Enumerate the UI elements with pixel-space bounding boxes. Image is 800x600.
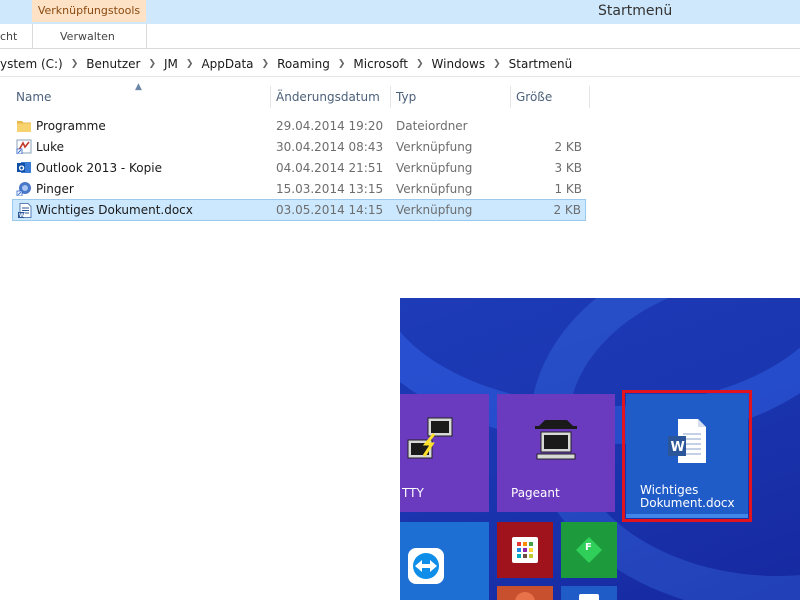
chevron-right-icon[interactable]: ❯ (262, 59, 270, 69)
ribbon-divider (32, 24, 33, 48)
column-date[interactable]: Änderungsdatum (276, 90, 380, 104)
breadcrumb: ystem (C:) ❯ Benutzer ❯ JM ❯ AppData ❯ R… (0, 57, 572, 71)
column-name[interactable]: Name (16, 90, 51, 104)
file-size: 3 KB (554, 161, 582, 175)
pageant-icon (535, 420, 577, 460)
file-name: Luke (36, 140, 64, 154)
file-row[interactable]: Pinger 15.03.2014 13:15 Verknüpfung 1 KB (12, 179, 586, 199)
file-row[interactable]: O Outlook 2013 - Kopie 04.04.2014 21:51 … (12, 158, 586, 178)
tile-pageant[interactable]: Pageant (497, 394, 615, 512)
column-header: ▲ Name Änderungsdatum Typ Größe (0, 82, 590, 110)
file-type: Verknüpfung (396, 140, 473, 154)
start-screen: TTY Pageant W Wichtiges Dokument.docx F (400, 298, 800, 600)
word-document-icon: W (18, 203, 32, 218)
chevron-right-icon[interactable]: ❯ (71, 59, 79, 69)
column-divider[interactable] (270, 86, 271, 108)
sort-up-icon: ▲ (135, 82, 142, 92)
context-tab-verknuepfungstools[interactable]: Verknüpfungstools (32, 0, 146, 22)
tile-partial[interactable] (497, 586, 553, 600)
svg-text:W: W (19, 213, 25, 218)
window-icon (579, 594, 599, 600)
tile-teamviewer[interactable] (400, 522, 489, 600)
file-type: Verknüpfung (396, 182, 473, 196)
breadcrumb-item[interactable]: ystem (C:) (0, 57, 63, 71)
tab-ansicht[interactable]: cht (0, 30, 17, 43)
file-name: Programme (36, 119, 106, 133)
breadcrumb-item[interactable]: JM (164, 57, 178, 71)
file-row-selected[interactable]: W Wichtiges Dokument.docx 03.05.2014 14:… (12, 199, 586, 221)
chevron-right-icon[interactable]: ❯ (416, 59, 424, 69)
file-date: 29.04.2014 19:20 (276, 119, 384, 133)
breadcrumb-item[interactable]: Microsoft (353, 57, 408, 71)
tile-small-apps[interactable] (497, 522, 553, 578)
file-date: 04.04.2014 21:51 (276, 161, 384, 175)
tile-label: Pageant (511, 486, 560, 500)
breadcrumb-item[interactable]: Startmenü (509, 57, 573, 71)
column-divider[interactable] (589, 86, 590, 108)
breadcrumb-item[interactable]: AppData (201, 57, 253, 71)
putty-icon (407, 417, 453, 459)
tile-partial[interactable] (561, 586, 617, 600)
window-title: Startmenü (598, 3, 673, 19)
pinger-icon (16, 182, 31, 196)
file-size: 1 KB (554, 182, 582, 196)
column-divider[interactable] (510, 86, 511, 108)
breadcrumb-item[interactable]: Roaming (277, 57, 330, 71)
ribbon-tabs: cht Verwalten (0, 24, 800, 49)
file-type: Verknüpfung (396, 161, 473, 175)
circle-icon (515, 592, 535, 600)
file-size: 2 KB (553, 203, 581, 217)
file-row[interactable]: Luke 30.04.2014 08:43 Verknüpfung 2 KB (12, 137, 586, 157)
luke-shortcut-icon (16, 139, 32, 154)
outlook-icon: O (17, 162, 31, 173)
file-name: Wichtiges Dokument.docx (36, 203, 193, 217)
tile-small-green[interactable]: F (561, 522, 617, 578)
tile-letter: F (585, 542, 592, 553)
tile-label: TTY (402, 486, 424, 500)
app-grid-icon (512, 537, 538, 563)
file-date: 30.04.2014 08:43 (276, 140, 384, 154)
ribbon-divider (146, 24, 147, 48)
tab-verwalten[interactable]: Verwalten (60, 30, 115, 43)
breadcrumb-item[interactable]: Benutzer (86, 57, 140, 71)
file-row[interactable]: Programme 29.04.2014 19:20 Dateiordner (12, 116, 586, 136)
svg-text:O: O (19, 165, 25, 173)
teamviewer-icon (408, 548, 444, 584)
address-bar[interactable]: ystem (C:) ❯ Benutzer ❯ JM ❯ AppData ❯ R… (0, 52, 800, 77)
tile-putty[interactable]: TTY (400, 394, 489, 512)
file-date: 15.03.2014 13:15 (276, 182, 384, 196)
column-divider[interactable] (390, 86, 391, 108)
chevron-right-icon[interactable]: ❯ (338, 59, 346, 69)
file-name: Pinger (36, 182, 74, 196)
chevron-right-icon[interactable]: ❯ (148, 59, 156, 69)
column-type[interactable]: Typ (396, 90, 416, 104)
chevron-right-icon[interactable]: ❯ (493, 59, 501, 69)
title-bar: Verknüpfungstools Startmenü (0, 0, 800, 24)
file-size: 2 KB (554, 140, 582, 154)
file-name: Outlook 2013 - Kopie (36, 161, 162, 175)
file-type: Dateiordner (396, 119, 468, 133)
file-type: Verknüpfung (396, 203, 473, 217)
breadcrumb-item[interactable]: Windows (432, 57, 486, 71)
file-date: 03.05.2014 14:15 (276, 203, 384, 217)
focus-highlight (622, 390, 752, 522)
column-size[interactable]: Größe (516, 90, 552, 104)
folder-icon (17, 121, 31, 132)
chevron-right-icon[interactable]: ❯ (186, 59, 194, 69)
